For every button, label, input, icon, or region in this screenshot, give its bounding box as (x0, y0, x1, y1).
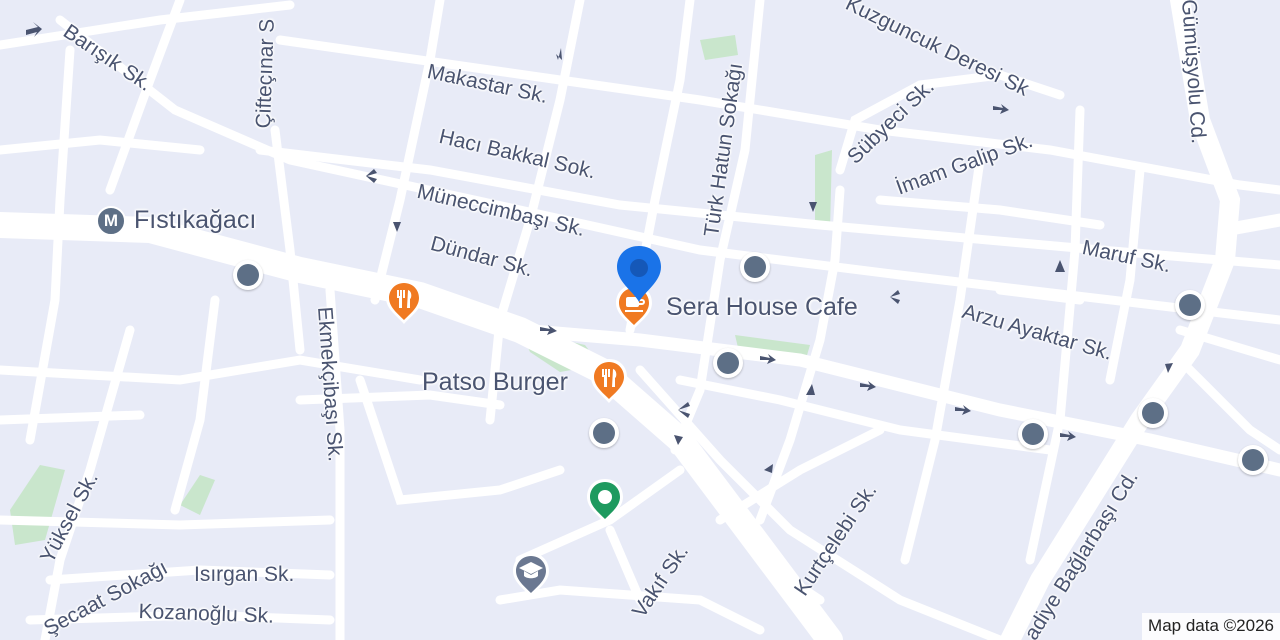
metro-station-label[interactable]: Fıstıkağacı (134, 206, 256, 235)
bus-stop-icon[interactable] (589, 418, 619, 448)
sera-house-cafe-label[interactable]: Sera House Cafe (666, 293, 858, 322)
place-icon[interactable] (585, 477, 625, 525)
patso-burger-label[interactable]: Patso Burger (422, 368, 568, 397)
bus-stop-icon[interactable] (713, 348, 743, 378)
street-label-kozanoglu: Kozanoğlu Sk. (138, 600, 275, 628)
bus-stop-icon[interactable] (1018, 419, 1048, 449)
bus-stop-icon[interactable] (740, 252, 770, 282)
bus-stop-icon[interactable] (1238, 445, 1268, 475)
street-label-cifteciler: Çifteçınar S (252, 18, 279, 129)
location-pin-icon[interactable] (614, 244, 664, 304)
bus-stop-icon[interactable] (1138, 398, 1168, 428)
restaurant-pin[interactable] (589, 357, 629, 405)
restaurant-pin[interactable] (384, 278, 424, 326)
bus-stop-icon[interactable] (233, 260, 263, 290)
school-icon[interactable] (511, 551, 551, 599)
bus-stop-icon[interactable] (1175, 290, 1205, 320)
street-label-isirgan: Isırgan Sk. (194, 563, 295, 586)
map-view[interactable]: Barışık Sk. Çifteçınar S Makastar Sk. Ha… (0, 0, 1280, 640)
map-attribution[interactable]: Map data ©2026 (1142, 613, 1280, 640)
metro-icon[interactable]: M (96, 206, 126, 236)
